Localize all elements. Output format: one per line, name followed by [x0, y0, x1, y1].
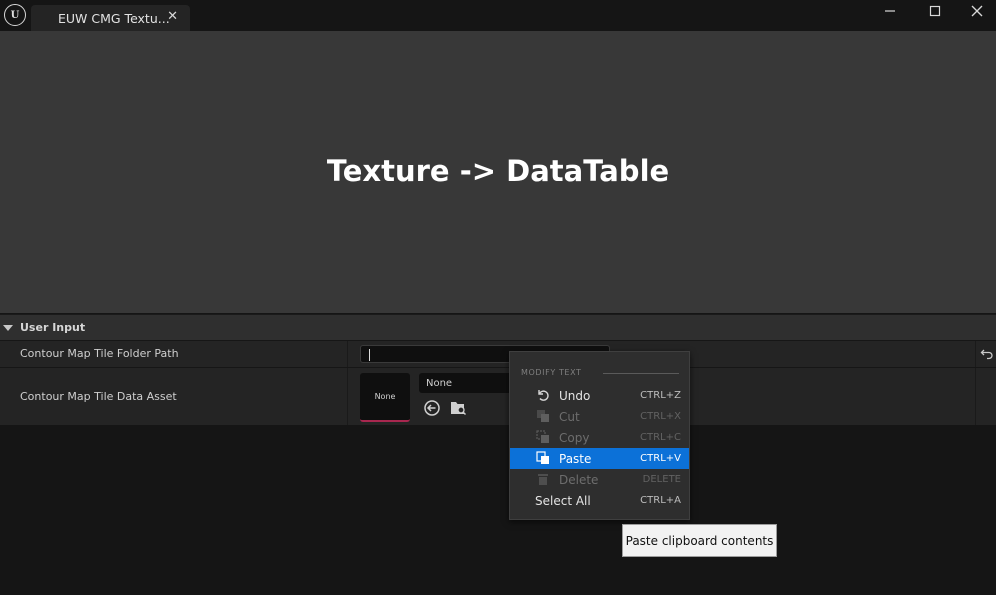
property-row-folder-path: Contour Map Tile Folder Path: [0, 340, 996, 367]
close-icon: [971, 5, 983, 17]
menu-item-label: Delete: [559, 472, 599, 487]
menu-item-copy[interactable]: Copy CTRL+C: [510, 427, 689, 448]
column-divider-right: [975, 368, 976, 425]
menu-item-shortcut: CTRL+X: [640, 411, 681, 422]
use-selected-asset-icon[interactable]: [423, 399, 441, 417]
title-bar: U EUW CMG Textu... ✕: [0, 0, 996, 31]
maximize-button[interactable]: [925, 2, 945, 20]
cut-icon: [537, 410, 549, 422]
folder-path-label: Contour Map Tile Folder Path: [20, 347, 179, 360]
menu-heading-divider: [603, 373, 679, 374]
menu-item-delete[interactable]: Delete DELETE: [510, 469, 689, 490]
tab-label: EUW CMG Textu...: [58, 10, 170, 26]
menu-item-cut[interactable]: Cut CTRL+X: [510, 406, 689, 427]
column-divider-right: [975, 341, 976, 367]
menu-item-label: Copy: [559, 430, 590, 445]
user-input-section-header[interactable]: User Input: [0, 314, 996, 340]
column-divider: [347, 368, 348, 425]
menu-item-shortcut: CTRL+V: [640, 453, 681, 464]
collapse-arrow-icon: [3, 324, 13, 331]
menu-item-select-all[interactable]: Select All CTRL+A: [510, 490, 689, 511]
menu-item-paste[interactable]: Paste CTRL+V: [510, 448, 689, 469]
editor-window: U EUW CMG Textu... ✕ Texture -> DataTabl…: [0, 0, 996, 595]
menu-item-undo[interactable]: Undo CTRL+Z: [510, 385, 689, 406]
property-row-data-asset: Contour Map Tile Data Asset None None: [0, 367, 996, 425]
tab-close-icon[interactable]: ✕: [167, 9, 178, 24]
header-panel: Texture -> DataTable: [0, 31, 996, 313]
column-divider: [347, 341, 348, 367]
minimize-button[interactable]: [880, 2, 900, 20]
editor-tab[interactable]: EUW CMG Textu... ✕: [31, 5, 190, 31]
menu-item-label: Cut: [559, 409, 580, 424]
reset-to-default-icon[interactable]: [980, 347, 994, 361]
data-asset-label: Contour Map Tile Data Asset: [20, 390, 177, 403]
menu-item-shortcut: CTRL+A: [640, 495, 681, 506]
menu-item-shortcut: CTRL+C: [640, 432, 681, 443]
section-title: User Input: [20, 321, 86, 334]
undo-icon: [538, 390, 549, 401]
menu-item-label: Select All: [535, 493, 591, 508]
copy-icon: [536, 430, 549, 443]
text-caret: [369, 349, 370, 361]
header-title: Texture -> DataTable: [326, 153, 670, 188]
tooltip-text: Paste clipboard contents: [625, 533, 774, 548]
menu-item-label: Paste: [559, 451, 592, 466]
paste-tooltip: Paste clipboard contents: [622, 524, 777, 557]
minimize-icon: [885, 10, 895, 12]
menu-heading: MODIFY TEXT: [521, 368, 582, 377]
unreal-logo-icon[interactable]: U: [4, 4, 26, 26]
trash-icon: [538, 474, 548, 485]
menu-item-shortcut: DELETE: [642, 474, 681, 485]
menu-item-label: Undo: [559, 388, 591, 403]
maximize-icon: [929, 5, 941, 17]
asset-picker-value: None: [426, 377, 453, 389]
empty-details-area: [0, 425, 996, 595]
browse-asset-icon[interactable]: [449, 399, 467, 417]
asset-picker-combo[interactable]: None: [419, 373, 514, 393]
menu-item-shortcut: CTRL+Z: [640, 390, 681, 401]
asset-thumbnail[interactable]: None: [360, 373, 410, 422]
paste-icon: [536, 451, 549, 464]
modify-text-context-menu: MODIFY TEXT Undo CTRL+Z Cut CTRL+X Copy: [509, 351, 690, 520]
close-window-button[interactable]: [967, 2, 987, 20]
